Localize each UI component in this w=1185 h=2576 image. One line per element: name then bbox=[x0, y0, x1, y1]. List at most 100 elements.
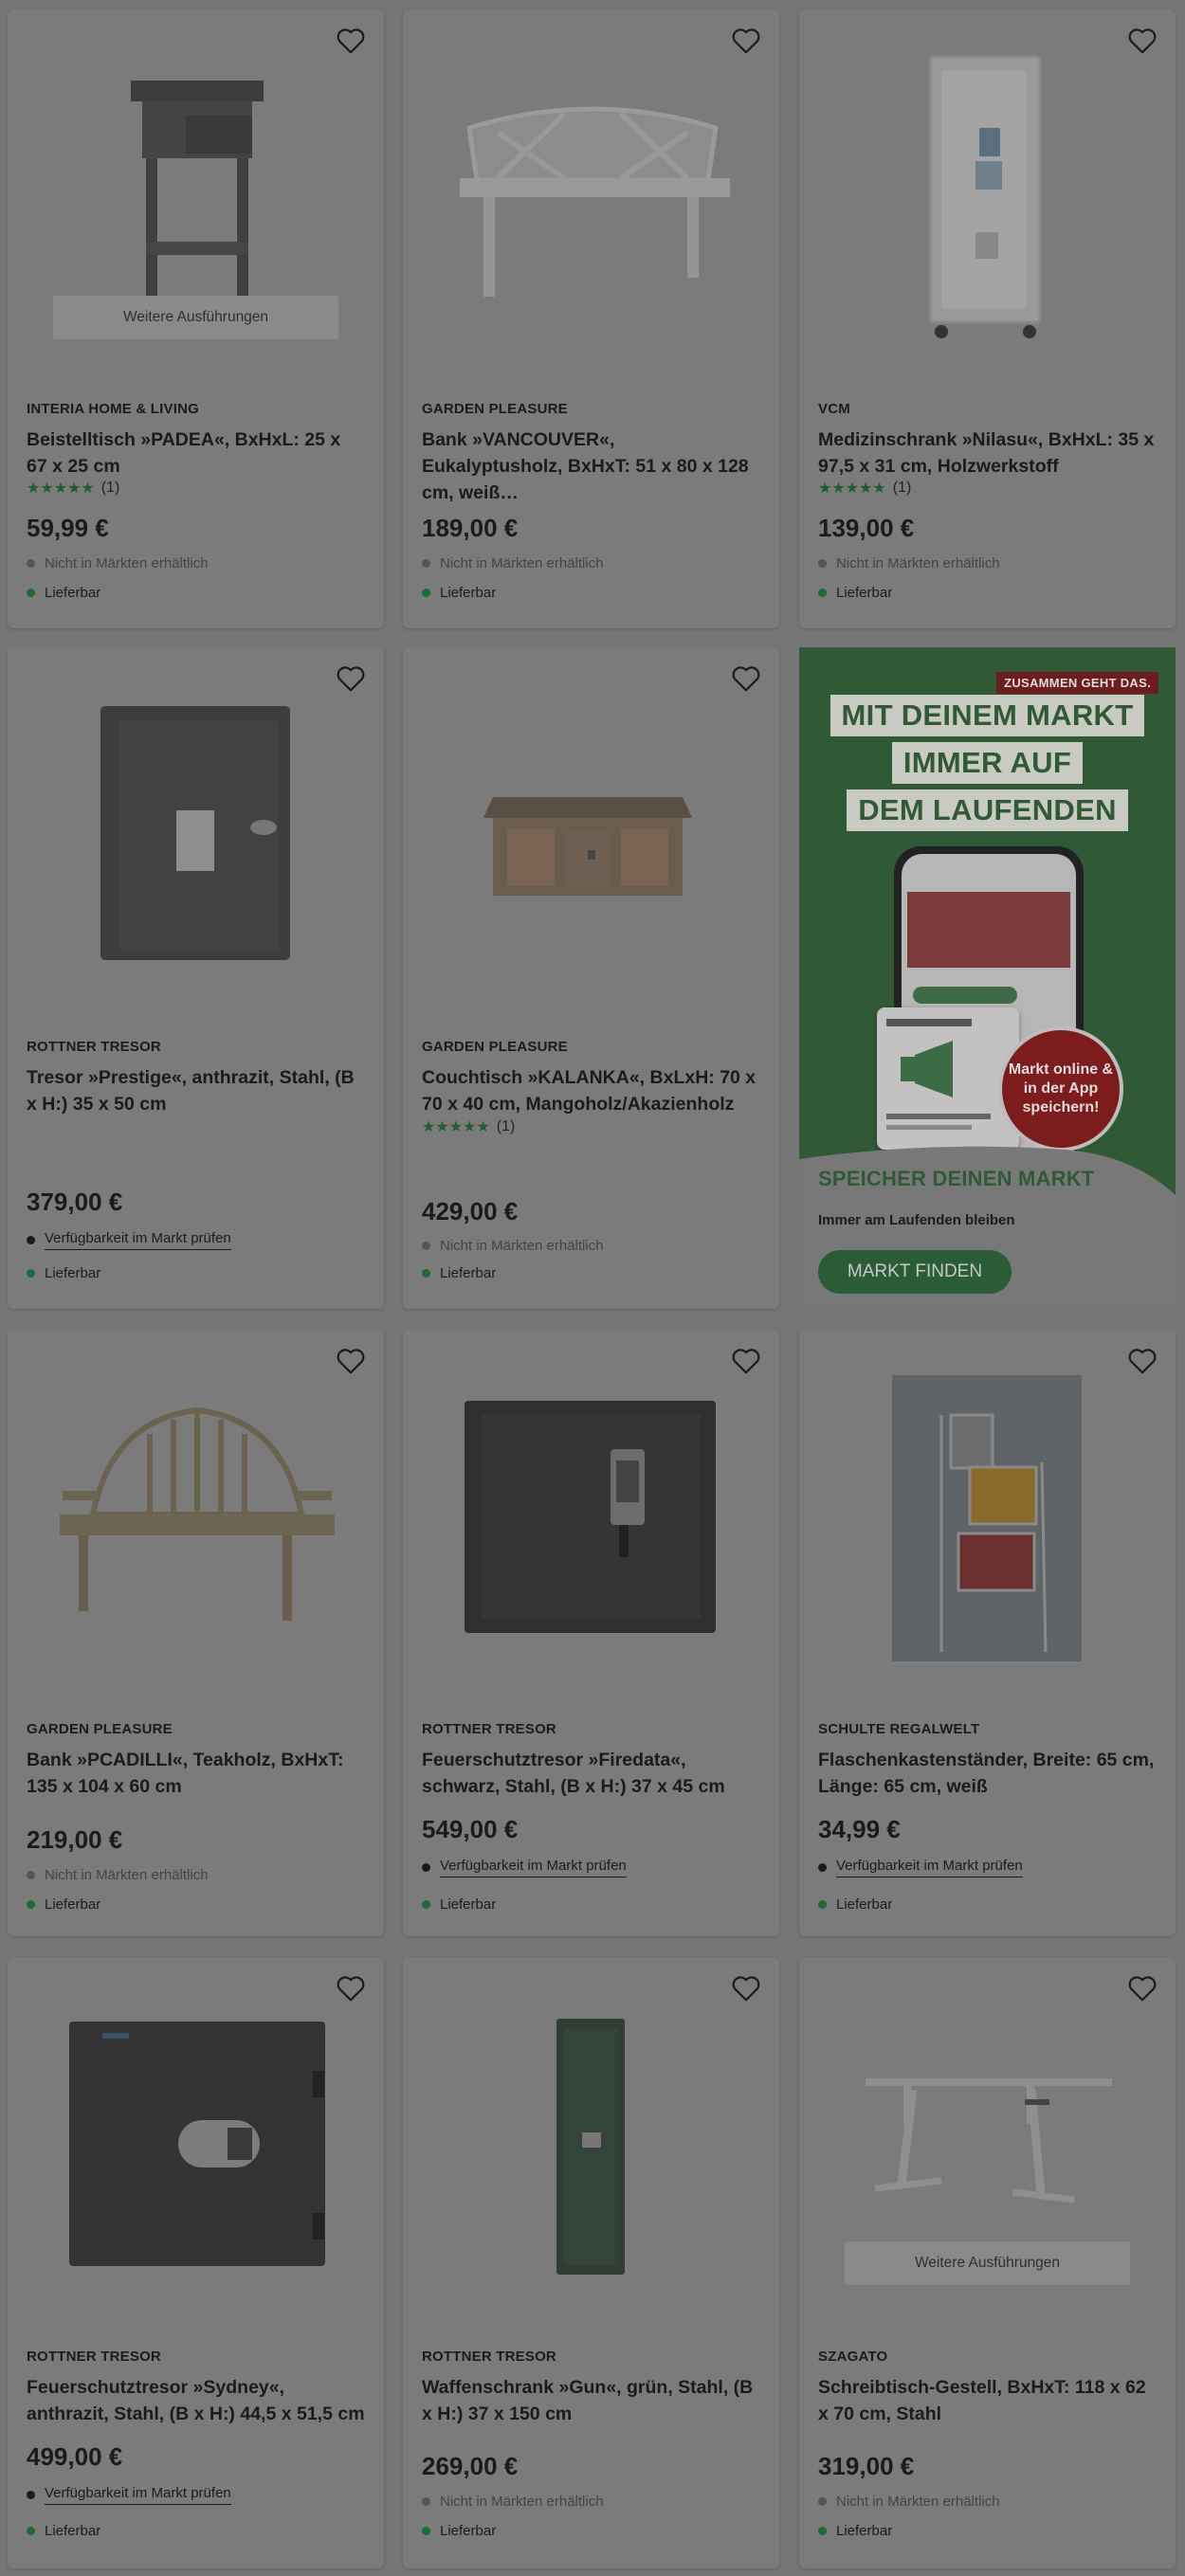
delivery-status: Lieferbar bbox=[422, 2523, 496, 2539]
availability-status: Nicht in Märkten erhältlich bbox=[422, 2494, 604, 2510]
product-card[interactable]: SCHULTE REGALWELT Flaschenkastenständer,… bbox=[799, 1330, 1176, 1936]
delivery-status: Lieferbar bbox=[818, 585, 892, 601]
delivery-status: Lieferbar bbox=[422, 1265, 496, 1281]
rating-count: (1) bbox=[496, 1118, 516, 1134]
find-store-button[interactable]: MARKT FINDEN bbox=[818, 1250, 1012, 1294]
product-image[interactable] bbox=[799, 1330, 1176, 1699]
product-brand: ROTTNER TRESOR bbox=[27, 1039, 161, 1055]
product-price: 319,00 € bbox=[818, 2452, 915, 2480]
heart-icon[interactable] bbox=[335, 1974, 367, 2003]
product-image[interactable] bbox=[799, 9, 1176, 379]
product-card[interactable]: VCM Medizinschrank »Nilasu«, BxHxL: 35 x… bbox=[799, 9, 1176, 628]
product-card[interactable]: Weitere Ausführungen INTERIA HOME & LIVI… bbox=[8, 9, 384, 628]
product-image[interactable] bbox=[403, 1957, 779, 2327]
product-brand: SZAGATO bbox=[818, 2349, 888, 2365]
heart-icon[interactable] bbox=[1126, 1974, 1158, 2003]
availability-status: Nicht in Märkten erhältlich bbox=[27, 555, 209, 571]
delivery-status: Lieferbar bbox=[422, 1896, 496, 1913]
star-icon: ★★★★★ bbox=[27, 481, 95, 497]
availability-status[interactable]: Verfügbarkeit im Markt prüfen bbox=[422, 1858, 627, 1878]
delivery-status: Lieferbar bbox=[818, 2523, 892, 2539]
product-card[interactable]: ROTTNER TRESOR Feuerschutztresor »Fireda… bbox=[403, 1330, 779, 1936]
promo-hero: ZUSAMMEN GEHT DAS. MIT DEINEM MARKT IMME… bbox=[799, 647, 1176, 1195]
rating: ★★★★★ (1) bbox=[27, 479, 119, 498]
product-card[interactable]: ROTTNER TRESOR Tresor »Prestige«, anthra… bbox=[8, 647, 384, 1309]
delivery-status: Lieferbar bbox=[27, 2523, 100, 2539]
heart-icon[interactable] bbox=[730, 1974, 762, 2003]
availability-status: Nicht in Märkten erhältlich bbox=[27, 1867, 209, 1883]
product-price: 59,99 € bbox=[27, 514, 109, 542]
product-price: 499,00 € bbox=[27, 2442, 123, 2471]
product-brand: SCHULTE REGALWELT bbox=[818, 1721, 980, 1737]
heart-icon[interactable] bbox=[335, 664, 367, 693]
promo-title: SPEICHER DEINEN MARKT bbox=[818, 1167, 1095, 1190]
delivery-status: Lieferbar bbox=[818, 1896, 892, 1913]
product-title[interactable]: Beistelltisch »PADEA«, BxHxL: 25 x 67 x … bbox=[27, 426, 365, 480]
heart-icon[interactable] bbox=[335, 1347, 367, 1375]
rating: ★★★★★ (1) bbox=[818, 479, 911, 498]
product-image[interactable] bbox=[8, 647, 384, 1017]
more-variants-button[interactable]: Weitere Ausführungen bbox=[53, 296, 338, 339]
product-card[interactable]: GARDEN PLEASURE Bank »VANCOUVER«, Eukaly… bbox=[403, 9, 779, 628]
delivery-status: Lieferbar bbox=[27, 1896, 100, 1913]
product-brand: GARDEN PLEASURE bbox=[422, 1039, 568, 1055]
product-title[interactable]: Tresor »Prestige«, anthrazit, Stahl, (B … bbox=[27, 1064, 365, 1117]
product-image[interactable] bbox=[8, 1957, 384, 2327]
product-title[interactable]: Schreibtisch-Gestell, BxHxT: 118 x 62 x … bbox=[818, 2374, 1157, 2427]
product-brand: ROTTNER TRESOR bbox=[27, 2349, 161, 2365]
heart-icon[interactable] bbox=[730, 1347, 762, 1375]
delivery-status: Lieferbar bbox=[27, 1265, 100, 1281]
product-image[interactable] bbox=[403, 647, 779, 1017]
product-card[interactable]: ROTTNER TRESOR Feuerschutztresor »Sydney… bbox=[8, 1957, 384, 2568]
delivery-status: Lieferbar bbox=[27, 585, 100, 601]
product-card[interactable]: GARDEN PLEASURE Couchtisch »KALANKA«, Bx… bbox=[403, 647, 779, 1309]
product-price: 189,00 € bbox=[422, 514, 519, 542]
availability-status[interactable]: Verfügbarkeit im Markt prüfen bbox=[27, 1230, 231, 1250]
product-card[interactable]: ROTTNER TRESOR Waffenschrank »Gun«, grün… bbox=[403, 1957, 779, 2568]
more-variants-button[interactable]: Weitere Ausführungen bbox=[845, 2241, 1130, 2285]
product-price: 549,00 € bbox=[422, 1815, 519, 1843]
product-brand: VCM bbox=[818, 401, 850, 417]
product-card[interactable]: Weitere Ausführungen SZAGATO Schreibtisc… bbox=[799, 1957, 1176, 2568]
product-brand: INTERIA HOME & LIVING bbox=[27, 401, 199, 417]
availability-status[interactable]: Verfügbarkeit im Markt prüfen bbox=[818, 1858, 1023, 1878]
promo-banner[interactable]: ZUSAMMEN GEHT DAS. MIT DEINEM MARKT IMME… bbox=[799, 647, 1176, 1309]
delivery-status: Lieferbar bbox=[422, 585, 496, 601]
product-image[interactable] bbox=[403, 9, 779, 379]
availability-status: Nicht in Märkten erhältlich bbox=[818, 555, 1000, 571]
product-price: 269,00 € bbox=[422, 2452, 519, 2480]
availability-status: Nicht in Märkten erhältlich bbox=[422, 555, 604, 571]
rating: ★★★★★ (1) bbox=[422, 1117, 515, 1136]
product-title[interactable]: Feuerschutztresor »Sydney«, anthrazit, S… bbox=[27, 2374, 365, 2427]
heart-icon[interactable] bbox=[1126, 1347, 1158, 1375]
heart-icon[interactable] bbox=[335, 27, 367, 55]
product-brand: GARDEN PLEASURE bbox=[422, 401, 568, 417]
heart-icon[interactable] bbox=[730, 27, 762, 55]
availability-status: Nicht in Märkten erhältlich bbox=[422, 1238, 604, 1254]
availability-status: Nicht in Märkten erhältlich bbox=[818, 2494, 1000, 2510]
product-image[interactable] bbox=[403, 1330, 779, 1699]
product-image[interactable] bbox=[8, 1330, 384, 1699]
product-brand: ROTTNER TRESOR bbox=[422, 1721, 556, 1737]
product-title[interactable]: Waffenschrank »Gun«, grün, Stahl, (B x H… bbox=[422, 2374, 760, 2427]
star-icon: ★★★★★ bbox=[422, 1119, 490, 1135]
heart-icon[interactable] bbox=[730, 664, 762, 693]
product-price: 219,00 € bbox=[27, 1825, 123, 1854]
rating-count: (1) bbox=[892, 480, 912, 496]
product-title[interactable]: Bank »PCADILLI«, Teakholz, BxHxT: 135 x … bbox=[27, 1747, 365, 1800]
product-price: 379,00 € bbox=[27, 1188, 123, 1216]
product-title[interactable]: Flaschenkastenständer, Breite: 65 cm, Lä… bbox=[818, 1747, 1157, 1800]
product-price: 429,00 € bbox=[422, 1197, 519, 1225]
product-card[interactable]: GARDEN PLEASURE Bank »PCADILLI«, Teakhol… bbox=[8, 1330, 384, 1936]
product-title[interactable]: Couchtisch »KALANKA«, BxLxH: 70 x 70 x 4… bbox=[422, 1064, 760, 1117]
product-price: 34,99 € bbox=[818, 1815, 901, 1843]
product-brand: GARDEN PLEASURE bbox=[27, 1721, 173, 1737]
product-title[interactable]: Bank »VANCOUVER«, Eukalyptusholz, BxHxT:… bbox=[422, 426, 760, 506]
product-brand: ROTTNER TRESOR bbox=[422, 2349, 556, 2365]
product-title[interactable]: Medizinschrank »Nilasu«, BxHxL: 35 x 97,… bbox=[818, 426, 1157, 480]
rating-count: (1) bbox=[100, 480, 120, 496]
product-title[interactable]: Feuerschutztresor »Firedata«, schwarz, S… bbox=[422, 1747, 760, 1800]
promo-subtitle: Immer am Laufenden bleiben bbox=[818, 1212, 1015, 1228]
heart-icon[interactable] bbox=[1126, 27, 1158, 55]
availability-status[interactable]: Verfügbarkeit im Markt prüfen bbox=[27, 2485, 231, 2505]
